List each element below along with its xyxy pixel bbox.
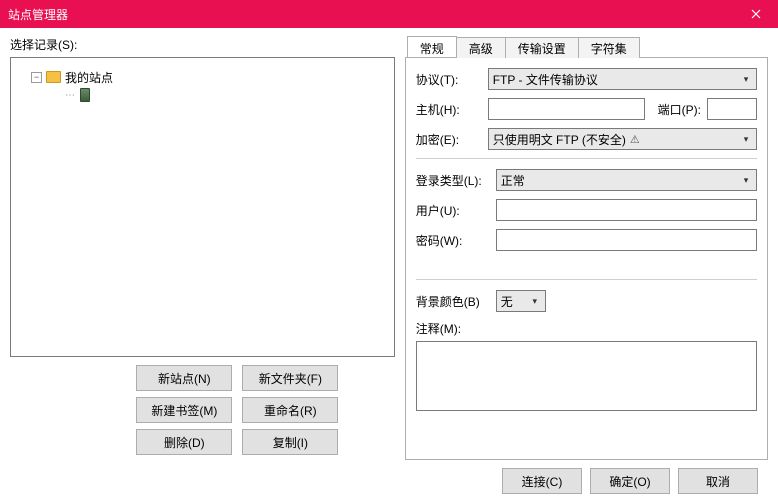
tab-page-general: 协议(T): FTP - 文件传输协议 ▾ 主机(H): 端口(P): 加密(E… xyxy=(405,58,768,460)
encryption-value: 只使用明文 FTP (不安全) xyxy=(493,131,626,148)
protocol-label: 协议(T): xyxy=(416,71,482,88)
tab-general[interactable]: 常规 xyxy=(407,36,457,57)
chevron-down-icon: ▾ xyxy=(738,131,754,147)
window-title: 站点管理器 xyxy=(8,6,68,23)
logon-type-value: 正常 xyxy=(501,172,525,189)
tab-transfer[interactable]: 传输设置 xyxy=(505,37,579,58)
rename-button[interactable]: 重命名(R) xyxy=(242,397,338,423)
bgcolor-combo[interactable]: 无 ▾ xyxy=(496,290,546,312)
logon-type-label: 登录类型(L): xyxy=(416,172,490,189)
titlebar: 站点管理器 xyxy=(0,0,778,28)
protocol-combo[interactable]: FTP - 文件传输协议 ▾ xyxy=(488,68,757,90)
warning-icon: ⚠ xyxy=(630,133,640,146)
comment-label: 注释(M): xyxy=(416,320,757,337)
user-input[interactable] xyxy=(496,199,757,221)
dialog-buttons: 连接(C) 确定(O) 取消 xyxy=(10,460,768,504)
tab-charset[interactable]: 字符集 xyxy=(578,37,640,58)
connect-button[interactable]: 连接(C) xyxy=(502,468,582,494)
password-input[interactable] xyxy=(496,229,757,251)
server-icon xyxy=(80,88,90,102)
delete-button[interactable]: 删除(D) xyxy=(136,429,232,455)
host-label: 主机(H): xyxy=(416,101,482,118)
select-entry-label: 选择记录(S): xyxy=(10,36,395,53)
ok-button[interactable]: 确定(O) xyxy=(590,468,670,494)
collapse-icon[interactable]: − xyxy=(31,72,42,83)
chevron-down-icon: ▾ xyxy=(738,71,754,87)
cancel-button[interactable]: 取消 xyxy=(678,468,758,494)
port-input[interactable] xyxy=(707,98,757,120)
tree-site-row[interactable]: ⋯ xyxy=(17,86,388,104)
close-button[interactable] xyxy=(734,0,778,28)
tab-advanced[interactable]: 高级 xyxy=(456,37,506,58)
protocol-value: FTP - 文件传输协议 xyxy=(493,71,598,88)
encryption-label: 加密(E): xyxy=(416,131,482,148)
settings-panel: 常规 高级 传输设置 字符集 协议(T): FTP - 文件传输协议 ▾ 主机(… xyxy=(405,36,768,460)
new-site-button[interactable]: 新站点(N) xyxy=(136,365,232,391)
password-label: 密码(W): xyxy=(416,232,490,249)
folder-icon xyxy=(46,71,61,83)
user-label: 用户(U): xyxy=(416,202,490,219)
new-folder-button[interactable]: 新文件夹(F) xyxy=(242,365,338,391)
tree-root-label: 我的站点 xyxy=(65,69,113,86)
divider xyxy=(416,158,757,159)
close-icon xyxy=(751,9,761,19)
tree-root-row[interactable]: − 我的站点 xyxy=(17,68,388,86)
port-label: 端口(P): xyxy=(651,101,701,118)
site-list-panel: 选择记录(S): − 我的站点 ⋯ 新站点(N) 新文件夹(F) 新建书签(M)… xyxy=(10,36,395,460)
bgcolor-label: 背景颜色(B) xyxy=(416,293,490,310)
tab-strip: 常规 高级 传输设置 字符集 xyxy=(405,36,768,58)
copy-button[interactable]: 复制(I) xyxy=(242,429,338,455)
logon-type-combo[interactable]: 正常 ▾ xyxy=(496,169,757,191)
encryption-combo[interactable]: 只使用明文 FTP (不安全) ⚠ ▾ xyxy=(488,128,757,150)
chevron-down-icon: ▾ xyxy=(738,172,754,188)
site-action-buttons: 新站点(N) 新文件夹(F) 新建书签(M) 重命名(R) 删除(D) 复制(I… xyxy=(10,365,395,455)
new-bookmark-button[interactable]: 新建书签(M) xyxy=(136,397,232,423)
host-input[interactable] xyxy=(488,98,646,120)
tree-branch-icon: ⋯ xyxy=(65,90,76,101)
divider xyxy=(416,279,757,280)
bgcolor-value: 无 xyxy=(501,293,513,310)
comment-textarea[interactable] xyxy=(416,341,757,411)
site-tree[interactable]: − 我的站点 ⋯ xyxy=(10,57,395,357)
chevron-down-icon: ▾ xyxy=(527,293,543,309)
